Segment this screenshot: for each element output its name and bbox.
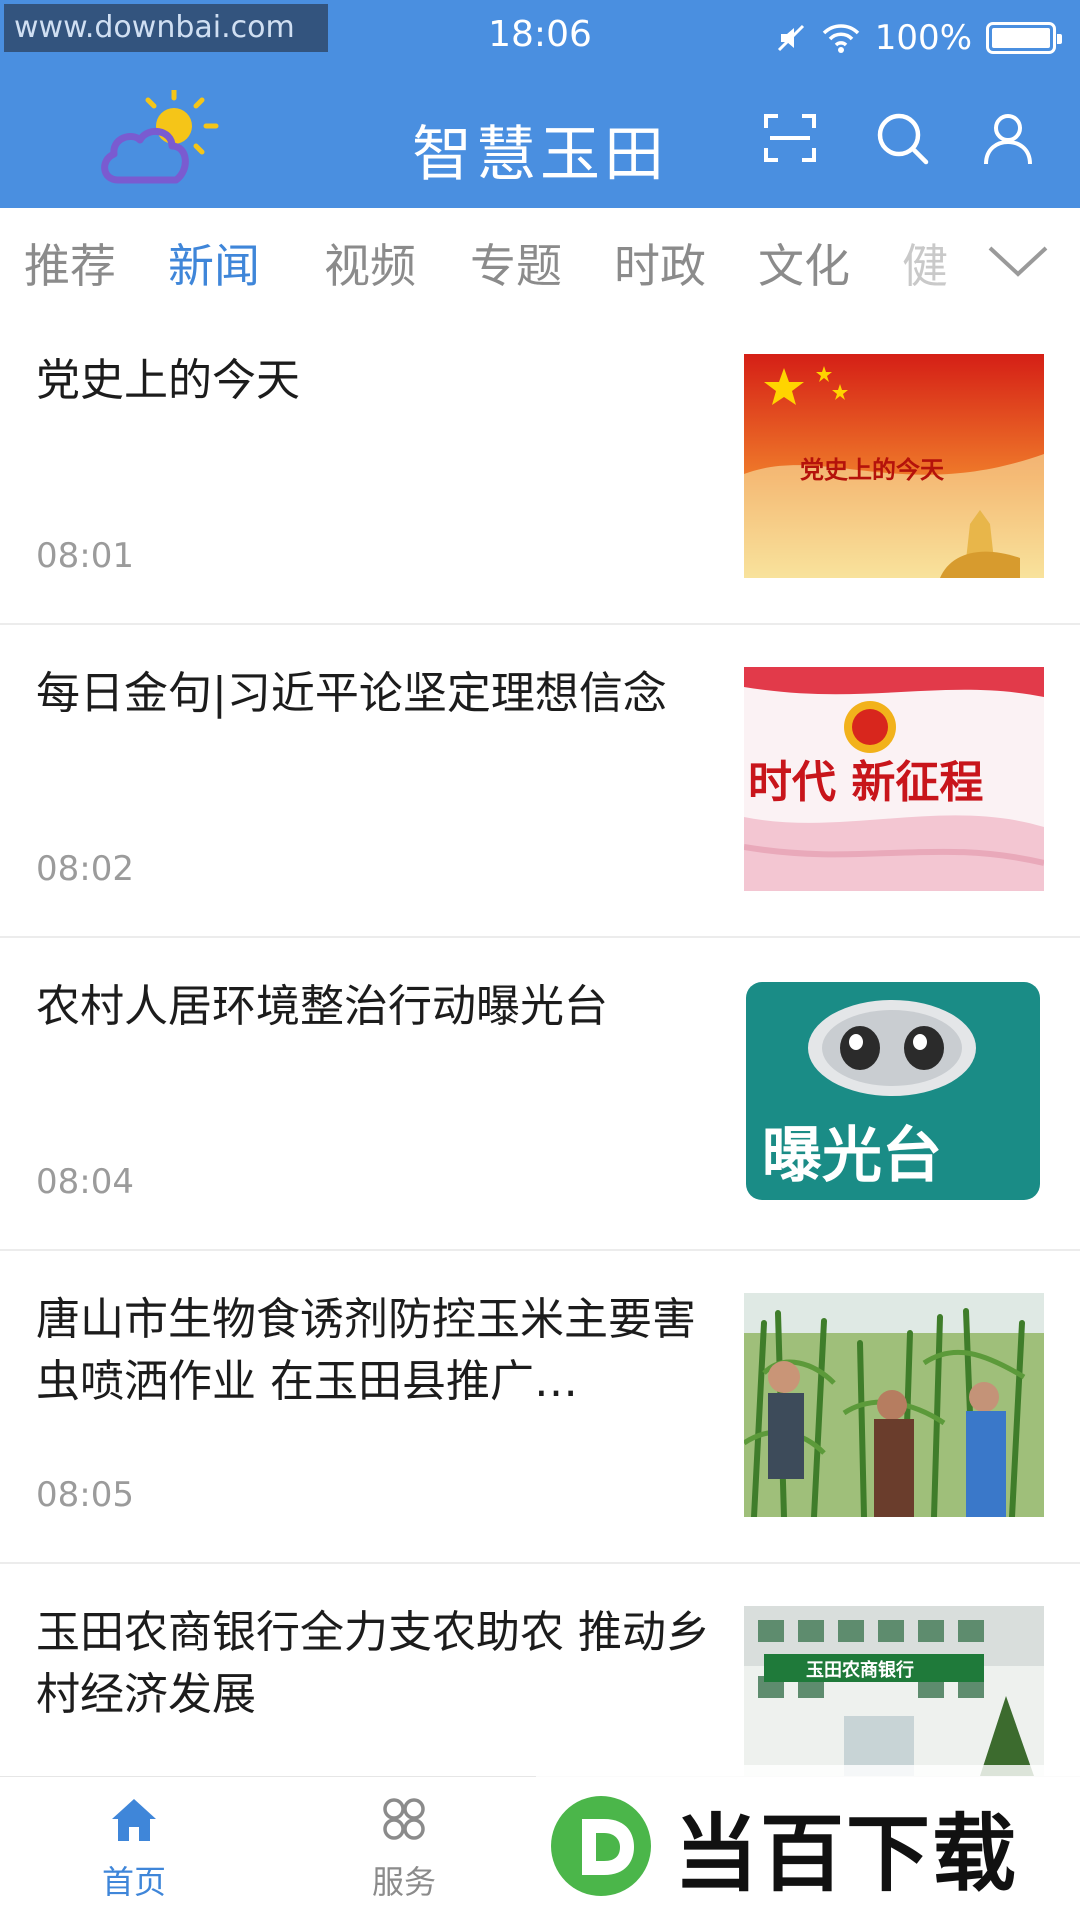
tab-video[interactable]: 视频 xyxy=(324,230,416,296)
news-thumbnail: 党史上的今天 xyxy=(744,354,1044,578)
news-thumbnail: 时代 新征程 xyxy=(744,667,1044,891)
news-item[interactable]: 每日金句|习近平论坚定理想信念 08:02 时代 新征程 xyxy=(0,625,1080,938)
wifi-icon xyxy=(822,24,860,53)
news-item[interactable]: 农村人居环境整治行动曝光台 08:04 曝光台 xyxy=(0,938,1080,1251)
news-thumbnail xyxy=(744,1293,1044,1517)
news-time: 08:04 xyxy=(36,1162,134,1202)
battery-icon xyxy=(986,22,1062,54)
nav-home[interactable]: 首页 xyxy=(74,1793,194,1903)
news-item[interactable]: 玉田农商银行全力支农助农 推动乡村经济发展 玉田农商银行 xyxy=(0,1564,1080,1776)
nav-service-label: 服务 xyxy=(371,1863,436,1901)
news-item[interactable]: 唐山市生物食诱剂防控玉米主要害虫喷洒作业 在玉田县推广… 08:05 xyxy=(0,1251,1080,1564)
category-tabs: 推荐 新闻 视频 专题 时政 文化 健 xyxy=(0,208,1080,312)
app-header: www.downbai.com 18:06 100% 智慧玉田 xyxy=(0,0,1080,208)
news-time: 08:05 xyxy=(36,1475,134,1515)
thumb-caption: 玉田农商银行 xyxy=(806,1659,914,1681)
tab-health[interactable]: 健 xyxy=(902,230,974,296)
mute-icon xyxy=(777,24,804,52)
nav-home-label: 首页 xyxy=(101,1863,166,1901)
nav-service[interactable]: 服务 xyxy=(344,1793,464,1903)
home-icon xyxy=(112,1799,156,1841)
tab-culture[interactable]: 文化 xyxy=(758,230,850,296)
news-title: 玉田农商银行全力支农助农 推动乡村经济发展 xyxy=(36,1607,710,1720)
user-icon[interactable] xyxy=(978,108,1038,168)
news-time: 08:02 xyxy=(36,849,134,889)
chevron-down-icon[interactable] xyxy=(986,242,1050,282)
status-indicators: 100% xyxy=(775,16,1062,60)
news-title: 唐山市生物食诱剂防控玉米主要害虫喷洒作业 在玉田县推广… xyxy=(36,1294,696,1407)
thumb-caption: 曝光台 xyxy=(762,1121,942,1191)
brand-text: 当百下载 xyxy=(674,1805,1019,1903)
news-title: 农村人居环境整治行动曝光台 xyxy=(36,981,608,1032)
news-time: 08:01 xyxy=(36,536,134,576)
news-title: 党史上的今天 xyxy=(36,355,300,406)
tab-news[interactable]: 新闻 xyxy=(168,230,260,296)
news-title: 每日金句|习近平论坚定理想信念 xyxy=(36,668,667,719)
tab-topics[interactable]: 专题 xyxy=(470,230,562,296)
search-icon[interactable] xyxy=(872,108,932,168)
scan-icon[interactable] xyxy=(760,108,820,168)
tab-politics[interactable]: 时政 xyxy=(614,230,706,296)
thumb-caption: 党史上的今天 xyxy=(800,455,944,484)
tab-recommend[interactable]: 推荐 xyxy=(24,230,116,296)
battery-percent: 100% xyxy=(874,18,972,58)
news-thumbnail: 玉田农商银行 xyxy=(744,1606,1044,1776)
news-item[interactable]: 党史上的今天 08:01 党史上的今天 xyxy=(0,312,1080,625)
service-grid-icon xyxy=(383,1798,425,1840)
news-thumbnail: 曝光台 xyxy=(744,980,1044,1204)
news-list: 党史上的今天 08:01 党史上的今天 每日金句|习近平论坚定理想信念 08:0… xyxy=(0,312,1080,1776)
brand-logo-icon xyxy=(551,1796,651,1896)
thumb-caption: 时代 新征程 xyxy=(748,757,983,808)
bottom-nav: 首页 服务 当百下载 xyxy=(0,1765,1080,1920)
brand-watermark: 当百下载 xyxy=(536,1765,1080,1920)
